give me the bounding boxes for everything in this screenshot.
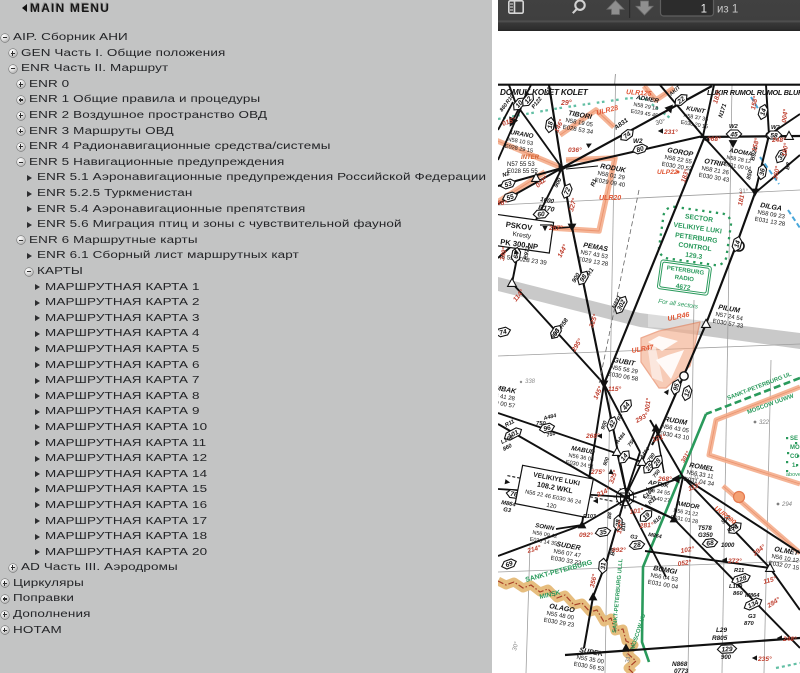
svg-text:248°: 248°: [782, 635, 797, 643]
svg-text:ULR20: ULR20: [599, 195, 621, 202]
svg-text:из 1: из 1: [717, 4, 738, 16]
svg-text:31: 31: [600, 562, 608, 570]
svg-text:092°: 092°: [579, 531, 593, 539]
svg-text:294: 294: [781, 502, 793, 508]
svg-text:MO: MO: [790, 445, 800, 451]
svg-text:0773: 0773: [674, 668, 689, 673]
svg-text:235°: 235°: [757, 655, 772, 663]
svg-text:272°: 272°: [727, 557, 742, 565]
svg-text:INTER: INTER: [521, 155, 540, 161]
svg-text:ULP22: ULP22: [657, 169, 678, 176]
svg-text:1: 1: [701, 4, 707, 16]
svg-text:L29: L29: [716, 627, 727, 634]
svg-text:29°: 29°: [560, 99, 572, 107]
svg-text:750: 750: [536, 421, 546, 427]
svg-text:900: 900: [721, 655, 732, 661]
svg-text:60: 60: [537, 211, 545, 219]
svg-text:SE: SE: [790, 436, 798, 442]
svg-text:1000: 1000: [721, 543, 735, 549]
svg-text:G350: G350: [698, 533, 713, 539]
svg-text:W2: W2: [729, 124, 738, 130]
svg-text:268°: 268°: [657, 475, 672, 483]
svg-text:45: 45: [729, 131, 738, 138]
svg-text:036°: 036°: [568, 146, 582, 154]
svg-text:281°: 281°: [638, 521, 654, 530]
svg-text:B8: B8: [607, 512, 613, 519]
svg-text:W2: W2: [771, 125, 780, 131]
svg-text:129: 129: [721, 646, 733, 654]
svg-text:T578: T578: [698, 526, 712, 532]
svg-text:G3: G3: [748, 614, 757, 620]
svg-text:R11: R11: [734, 568, 744, 574]
svg-text:G3: G3: [630, 534, 638, 541]
svg-text:86°: 86°: [498, 199, 507, 207]
svg-text:68: 68: [706, 540, 715, 548]
svg-text:068°: 068°: [707, 135, 721, 143]
svg-text:R805: R805: [712, 635, 728, 642]
svg-text:N57 55 53: N57 55 53: [507, 162, 535, 168]
svg-text:W2: W2: [633, 138, 643, 145]
svg-text:115°: 115°: [608, 385, 622, 393]
svg-text:above: above: [786, 472, 800, 478]
svg-text:267°: 267°: [548, 224, 563, 232]
svg-text:231°: 231°: [663, 128, 678, 136]
svg-text:L169: L169: [729, 584, 743, 590]
svg-text:338: 338: [525, 379, 536, 385]
svg-text:N868: N868: [672, 661, 688, 668]
svg-text:31°: 31°: [693, 475, 701, 481]
svg-text:E028 55 55: E028 55 55: [507, 169, 538, 175]
svg-text:28: 28: [632, 542, 642, 550]
svg-text:860: 860: [733, 591, 743, 597]
svg-text:R103: R103: [583, 514, 596, 520]
svg-text:275°: 275°: [590, 468, 605, 476]
svg-text:092°: 092°: [612, 546, 626, 554]
svg-text:M864: M864: [745, 593, 760, 599]
svg-text:DOMUK KOLET KOLET: DOMUK KOLET KOLET: [500, 88, 589, 97]
svg-text:870: 870: [744, 621, 754, 627]
svg-text:322: 322: [759, 420, 770, 426]
svg-text:18: 18: [547, 121, 555, 130]
